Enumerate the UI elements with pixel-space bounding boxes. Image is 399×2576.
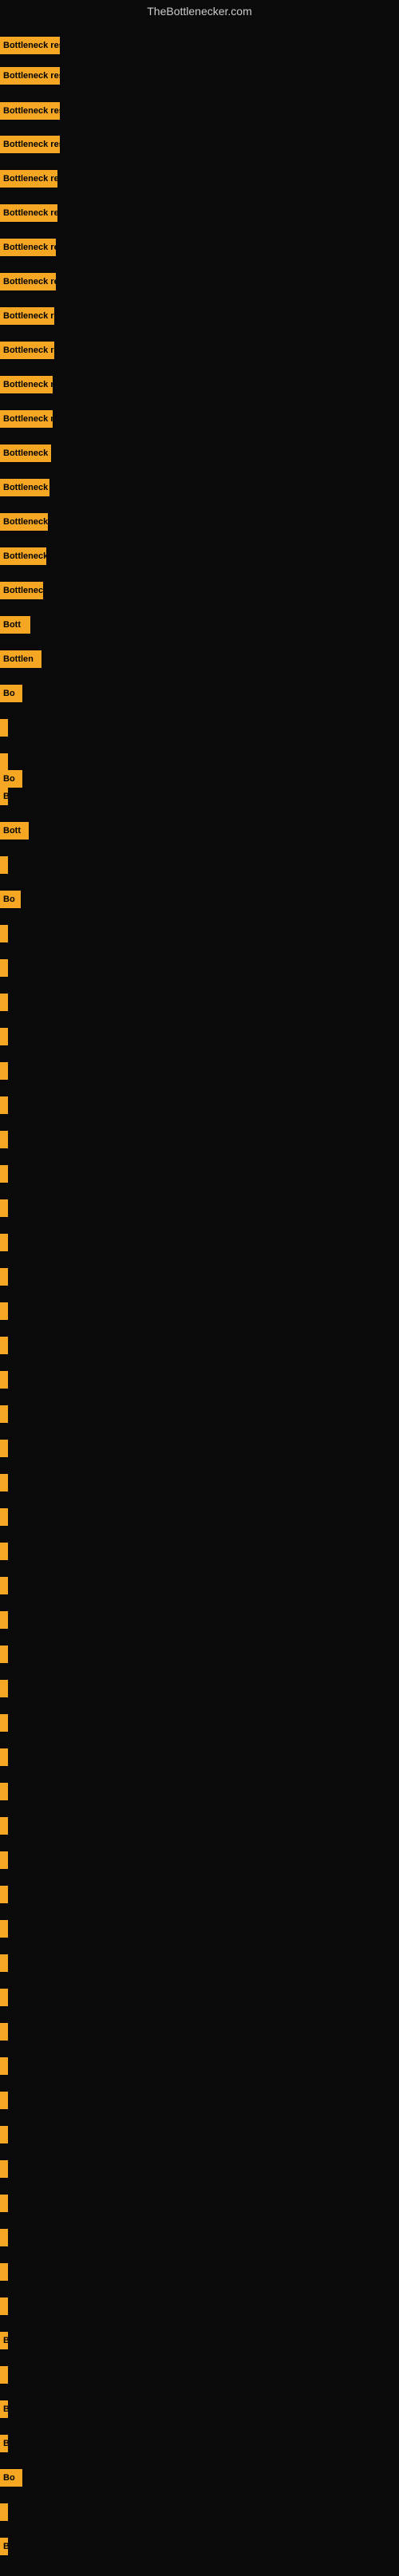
bottleneck-bar-21 — [0, 719, 8, 737]
bottleneck-bar-10: Bottleneck resu — [0, 342, 54, 359]
bottleneck-bar-74 — [0, 2503, 8, 2521]
bottleneck-bar-30 — [0, 994, 8, 1011]
bottleneck-bar-62 — [0, 2092, 8, 2109]
bottleneck-bar-13: Bottleneck res — [0, 444, 51, 462]
bottleneck-bar-14: Bottleneck res — [0, 479, 49, 496]
bottleneck-bar-11: Bottleneck resu — [0, 376, 53, 393]
bottleneck-bar-36 — [0, 1199, 8, 1217]
bottleneck-bar-17: Bottlenec — [0, 582, 43, 599]
bottleneck-bar-43 — [0, 1440, 8, 1457]
bottleneck-bar-24: B — [0, 788, 8, 805]
bottleneck-bar-15: Bottleneck res — [0, 513, 48, 531]
bottleneck-bar-59 — [0, 1989, 8, 2006]
bottleneck-bar-6: Bottleneck resu — [0, 204, 57, 222]
bottleneck-bar-65 — [0, 2195, 8, 2212]
bottleneck-bar-2: Bottleneck result — [0, 67, 60, 85]
bottleneck-bar-50 — [0, 1680, 8, 1697]
bottleneck-bar-12: Bottleneck resu — [0, 410, 53, 428]
bottleneck-bar-1: Bottleneck result — [0, 37, 60, 54]
bottleneck-bar-8: Bottleneck resu — [0, 273, 56, 290]
bottleneck-bar-75: B — [0, 2538, 8, 2555]
bottleneck-bar-60 — [0, 2023, 8, 2041]
bottleneck-bar-54 — [0, 1817, 8, 1835]
bottleneck-bar-7: Bottleneck resu — [0, 239, 56, 256]
bottleneck-bar-22 — [0, 753, 8, 771]
bottleneck-bar-58 — [0, 1954, 8, 1972]
bottleneck-bar-25: Bott — [0, 822, 29, 840]
bottleneck-bar-67 — [0, 2263, 8, 2281]
bottleneck-bar-40 — [0, 1337, 8, 1354]
bottleneck-bar-16: Bottleneck re — [0, 547, 46, 565]
bottleneck-bar-34 — [0, 1131, 8, 1148]
bottleneck-bar-46 — [0, 1543, 8, 1560]
bottleneck-bar-73: Bo — [0, 2469, 22, 2487]
bottleneck-bar-23: Bo — [0, 770, 22, 788]
bottleneck-bar-4: Bottleneck result — [0, 136, 60, 153]
bottleneck-bar-20: Bo — [0, 685, 22, 702]
bottleneck-bar-64 — [0, 2160, 8, 2178]
bottleneck-bar-48 — [0, 1611, 8, 1629]
bottleneck-bar-19: Bottlen — [0, 650, 41, 668]
bottleneck-bar-31 — [0, 1028, 8, 1045]
bottleneck-bar-33 — [0, 1096, 8, 1114]
bottleneck-bar-38 — [0, 1268, 8, 1286]
bottleneck-bar-66 — [0, 2229, 8, 2246]
site-title: TheBottlenecker.com — [0, 0, 399, 22]
bottleneck-bar-18: Bott — [0, 616, 30, 634]
bottleneck-bar-27: Bo — [0, 891, 21, 908]
bottleneck-bar-72: B — [0, 2435, 8, 2452]
bottleneck-bar-37 — [0, 1234, 8, 1251]
bottleneck-bar-57 — [0, 1920, 8, 1938]
bottleneck-bar-51 — [0, 1714, 8, 1732]
bottleneck-bar-49 — [0, 1646, 8, 1663]
bottleneck-bar-5: Bottleneck resu — [0, 170, 57, 188]
bottleneck-bar-52 — [0, 1748, 8, 1766]
bottleneck-bar-55 — [0, 1851, 8, 1869]
bottleneck-bar-41 — [0, 1371, 8, 1389]
bottleneck-bar-26 — [0, 856, 8, 874]
bottleneck-bar-42 — [0, 1405, 8, 1423]
bottleneck-bar-44 — [0, 1474, 8, 1491]
bottleneck-bar-45 — [0, 1508, 8, 1526]
bottleneck-bar-70 — [0, 2366, 8, 2384]
bottleneck-bar-69: B — [0, 2332, 8, 2349]
bottleneck-bar-3: Bottleneck resul — [0, 102, 60, 120]
bottleneck-bar-39 — [0, 1302, 8, 1320]
bottleneck-bar-29 — [0, 959, 8, 977]
bottleneck-bar-35 — [0, 1165, 8, 1183]
bottleneck-bar-71: B — [0, 2400, 8, 2418]
bottleneck-bar-28 — [0, 925, 8, 942]
bottleneck-bar-61 — [0, 2057, 8, 2075]
bottleneck-bar-53 — [0, 1783, 8, 1800]
bottleneck-bar-63 — [0, 2126, 8, 2143]
bottleneck-bar-56 — [0, 1886, 8, 1903]
bottleneck-bar-47 — [0, 1577, 8, 1594]
bottleneck-bar-68 — [0, 2297, 8, 2315]
bottleneck-bar-9: Bottleneck resu — [0, 307, 54, 325]
bottleneck-bar-32 — [0, 1062, 8, 1080]
